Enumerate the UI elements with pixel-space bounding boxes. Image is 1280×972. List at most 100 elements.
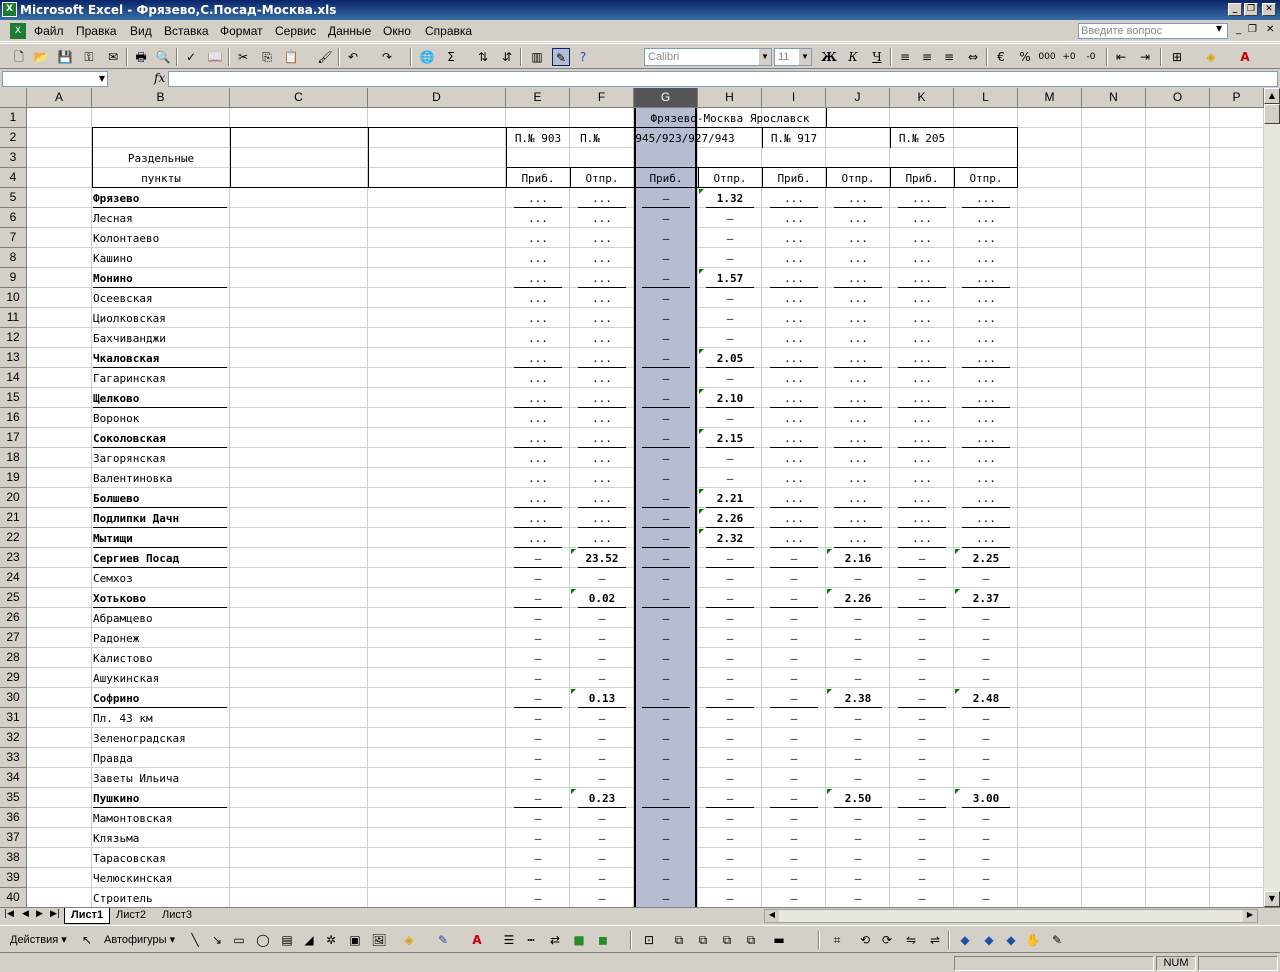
time-cell[interactable]: – (514, 708, 562, 728)
time-cell[interactable]: – (834, 748, 882, 768)
time-cell[interactable]: ... (962, 388, 1010, 408)
time-cell[interactable]: – (834, 868, 882, 888)
time-cell[interactable]: ... (962, 268, 1010, 288)
time-cell[interactable]: ... (578, 228, 626, 248)
time-cell[interactable]: – (514, 568, 562, 588)
time-cell[interactable]: – (514, 868, 562, 888)
time-cell[interactable]: – (578, 808, 626, 828)
time-cell[interactable]: – (706, 628, 754, 648)
fill-color-icon[interactable]: ◈ (1202, 48, 1220, 66)
time-cell[interactable]: – (706, 708, 754, 728)
time-cell[interactable]: – (834, 608, 882, 628)
time-cell[interactable]: – (642, 368, 690, 388)
time-cell[interactable]: 2.37 (962, 588, 1010, 608)
line-icon[interactable]: ╲ (186, 931, 204, 949)
time-cell[interactable]: – (706, 328, 754, 348)
oval-icon[interactable]: ◯ (254, 931, 272, 949)
time-cell[interactable]: – (770, 668, 818, 688)
column-header-n[interactable]: N (1082, 88, 1146, 108)
time-cell[interactable]: – (642, 668, 690, 688)
ask-question-input[interactable]: Введите вопрос (1078, 23, 1228, 39)
time-cell[interactable]: – (706, 228, 754, 248)
time-cell[interactable]: ... (578, 488, 626, 508)
time-cell[interactable]: ... (578, 248, 626, 268)
align-left-icon[interactable]: ≡ (896, 48, 914, 66)
time-cell[interactable]: – (642, 788, 690, 808)
time-cell[interactable]: – (578, 608, 626, 628)
name-box[interactable]: ▼ (2, 71, 108, 87)
time-cell[interactable]: ... (770, 328, 818, 348)
time-cell[interactable]: ... (514, 528, 562, 548)
time-cell[interactable]: ... (578, 268, 626, 288)
sheet-tab-2[interactable]: Лист2 (110, 908, 152, 924)
time-cell[interactable]: ... (514, 348, 562, 368)
row-header[interactable]: 13 (0, 348, 27, 368)
ask-dropdown-arrow[interactable]: ▼ (1216, 24, 1222, 33)
time-cell[interactable]: – (706, 868, 754, 888)
column-header-a[interactable]: A (27, 88, 92, 108)
time-cell[interactable]: – (642, 228, 690, 248)
time-cell[interactable]: ... (578, 428, 626, 448)
time-cell[interactable]: – (770, 828, 818, 848)
time-cell[interactable]: – (642, 428, 690, 448)
row-header[interactable]: 39 (0, 868, 27, 888)
menu-help[interactable]: Справка (425, 24, 472, 38)
flip-vertical-icon[interactable]: ⇌ (926, 931, 944, 949)
row-header[interactable]: 17 (0, 428, 27, 448)
station-name[interactable]: Болшево (93, 488, 227, 508)
autosum-icon[interactable]: Σ (442, 48, 460, 66)
time-cell[interactable]: – (578, 628, 626, 648)
copy-icon[interactable]: ⎘ (258, 48, 276, 66)
borders-icon[interactable]: ⊞ (1168, 48, 1186, 66)
row-header[interactable]: 36 (0, 808, 27, 828)
time-cell[interactable]: – (642, 248, 690, 268)
prev-sheet-button[interactable]: ◀ (22, 909, 29, 919)
time-cell[interactable]: – (514, 748, 562, 768)
time-cell[interactable]: – (898, 568, 946, 588)
select-objects-icon[interactable]: ↖ (78, 931, 96, 949)
time-cell[interactable]: ... (898, 288, 946, 308)
station-name[interactable]: Пушкино (93, 788, 227, 808)
time-cell[interactable]: – (514, 588, 562, 608)
diagram-icon[interactable]: ✲ (322, 931, 340, 949)
column-header-i[interactable]: I (762, 88, 826, 108)
rotate-right-icon[interactable]: ⟳ (878, 931, 896, 949)
time-cell[interactable]: ... (962, 308, 1010, 328)
row-header[interactable]: 37 (0, 828, 27, 848)
time-cell[interactable]: – (898, 888, 946, 907)
time-cell[interactable]: – (962, 888, 1010, 907)
time-cell[interactable]: – (642, 828, 690, 848)
underline-icon[interactable]: Ч (868, 48, 886, 66)
minimize-button[interactable]: _ (1228, 3, 1242, 16)
edit-points-icon[interactable]: ⌗ (828, 931, 846, 949)
time-cell[interactable]: – (514, 688, 562, 708)
time-cell[interactable]: – (706, 608, 754, 628)
time-cell[interactable]: ... (578, 448, 626, 468)
time-cell[interactable]: – (962, 568, 1010, 588)
time-cell[interactable]: ... (834, 368, 882, 388)
row-header[interactable]: 2 (0, 128, 27, 148)
time-cell[interactable]: – (578, 708, 626, 728)
time-cell[interactable]: ... (770, 428, 818, 448)
time-cell[interactable]: ... (834, 248, 882, 268)
hyperlink-icon[interactable]: 🌐 (418, 48, 436, 66)
row-header[interactable]: 12 (0, 328, 27, 348)
time-cell[interactable]: – (706, 288, 754, 308)
station-name[interactable]: Клязьма (93, 828, 227, 848)
open-icon[interactable]: 📂 (32, 48, 50, 66)
time-cell[interactable]: – (706, 768, 754, 788)
time-cell[interactable]: ... (578, 288, 626, 308)
time-cell[interactable]: – (962, 728, 1010, 748)
time-cell[interactable]: ... (514, 468, 562, 488)
row-header[interactable]: 25 (0, 588, 27, 608)
permission-icon[interactable]: ⚿ (80, 48, 98, 66)
time-cell[interactable]: ... (898, 308, 946, 328)
station-name[interactable]: Сергиев Посад (93, 548, 227, 568)
time-cell[interactable]: ... (834, 268, 882, 288)
time-cell[interactable]: – (834, 708, 882, 728)
time-cell[interactable]: – (962, 748, 1010, 768)
station-name[interactable]: Мытищи (93, 528, 227, 548)
time-cell[interactable]: ... (962, 348, 1010, 368)
time-cell[interactable]: ... (962, 408, 1010, 428)
increase-indent-icon[interactable]: ⇥ (1136, 48, 1154, 66)
